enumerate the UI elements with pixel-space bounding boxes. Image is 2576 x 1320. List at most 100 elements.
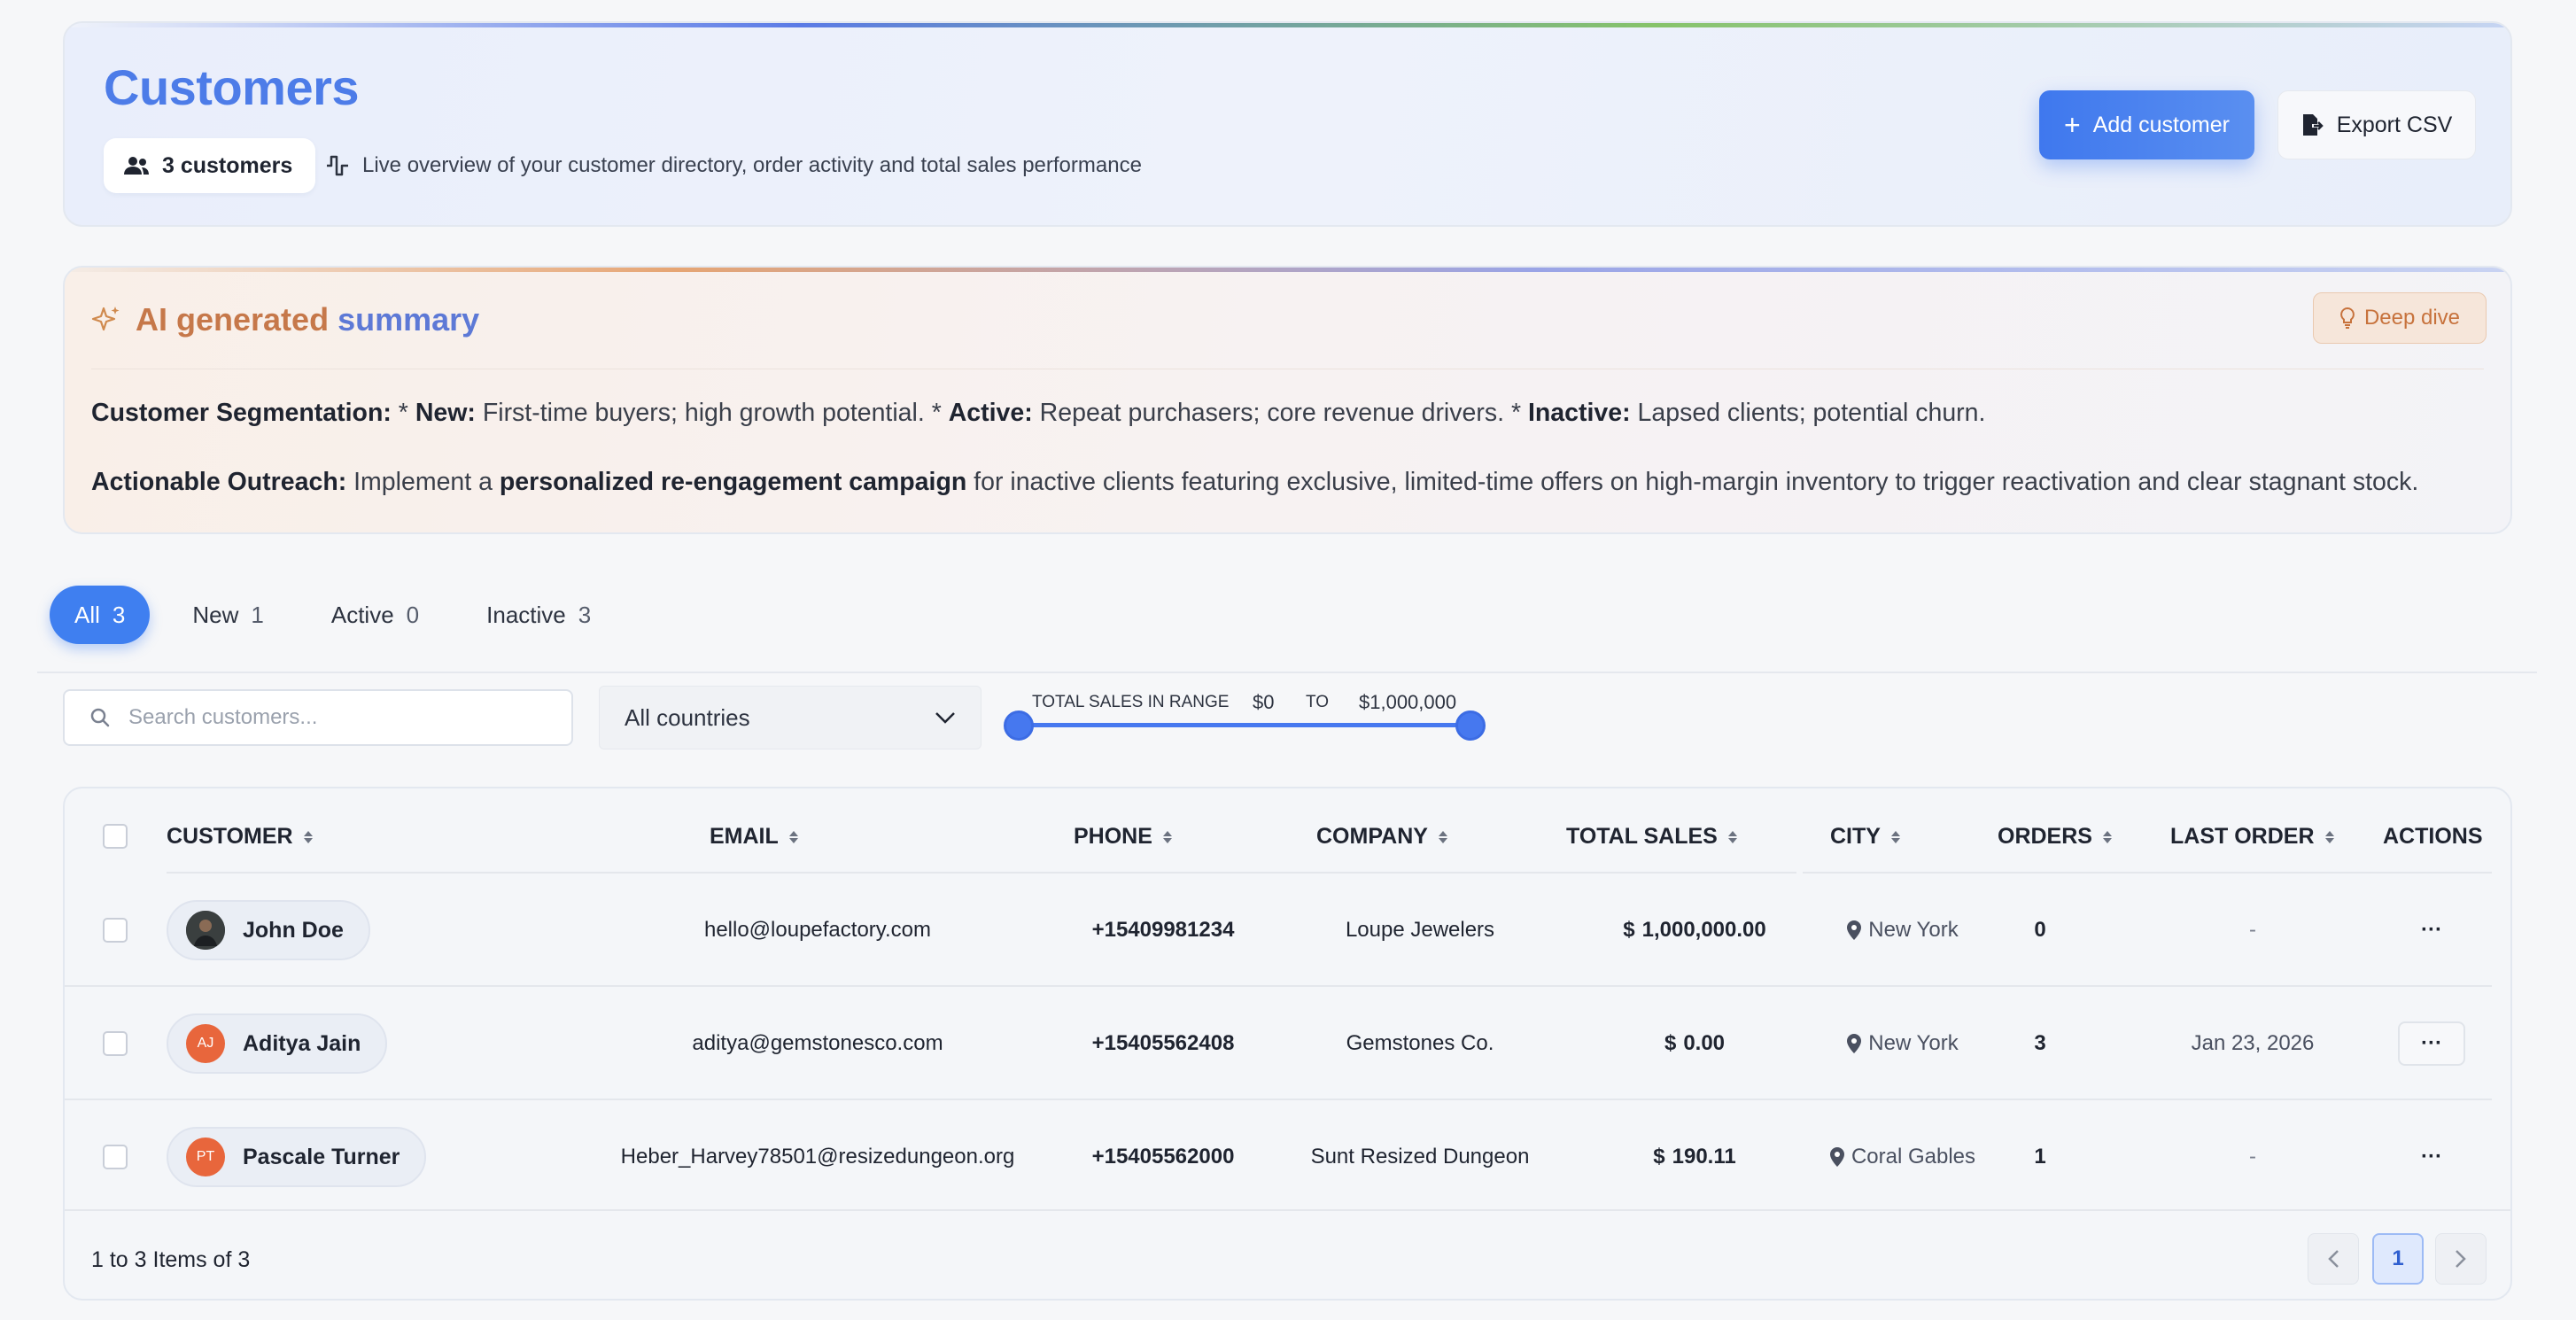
plus-icon: + <box>2064 109 2081 141</box>
customer-chip[interactable]: John Doe <box>167 900 370 960</box>
range-min-value: $0 <box>1253 691 1275 713</box>
sales-range-max-handle[interactable] <box>1455 710 1486 741</box>
prev-page-button[interactable] <box>2308 1233 2359 1285</box>
chevron-down-icon <box>935 712 955 724</box>
column-email[interactable]: EMAIL <box>710 824 798 850</box>
range-to-label: TO <box>1306 693 1330 711</box>
row-actions-button[interactable]: ··· <box>2398 908 2465 952</box>
ai-title-part2: summary <box>338 301 480 338</box>
phone-cell: +15409981234 <box>1091 918 1235 942</box>
company-cell: Loupe Jewelers <box>1345 918 1495 942</box>
sales-range-track <box>1019 723 1470 727</box>
row-checkbox[interactable] <box>103 1145 128 1169</box>
range-max-value: $1,000,000 <box>1359 691 1457 713</box>
orders-cell: 3 <box>2034 1031 2046 1055</box>
users-icon <box>124 157 149 175</box>
export-file-icon <box>2302 114 2324 136</box>
customer-chip[interactable]: AJ Aditya Jain <box>167 1013 388 1074</box>
column-customer[interactable]: CUSTOMER <box>167 824 313 850</box>
last-order-cell: Jan 23, 2026 <box>2191 1031 2315 1055</box>
tab-inactive[interactable]: Inactive 3 <box>462 586 616 644</box>
range-label: TOTAL SALES IN RANGE <box>1032 693 1230 711</box>
sort-icon <box>1162 830 1172 843</box>
sort-icon <box>2102 830 2112 843</box>
tab-active[interactable]: Active 0 <box>306 586 444 644</box>
column-company[interactable]: COMPANY <box>1316 824 1447 850</box>
customer-chip[interactable]: PT Pascale Turner <box>167 1127 427 1187</box>
sort-icon <box>303 830 313 843</box>
subtitle-text: Live overview of your customer directory… <box>362 153 1142 177</box>
column-phone[interactable]: PHONE <box>1074 824 1172 850</box>
tab-all[interactable]: All 3 <box>50 586 151 644</box>
header-card: Customers 3 customers Live overview of y… <box>63 21 2512 227</box>
sales-range-min-handle[interactable] <box>1004 710 1034 741</box>
location-pin-icon <box>1829 1147 1844 1167</box>
export-csv-button[interactable]: Export CSV <box>2277 90 2476 159</box>
user-photo-icon <box>186 911 225 950</box>
search-icon <box>90 708 110 727</box>
search-input[interactable] <box>128 705 536 730</box>
chevron-right-icon <box>2456 1250 2466 1268</box>
location-pin-icon <box>1847 1034 1862 1053</box>
row-actions-button[interactable]: ··· <box>2398 1021 2465 1066</box>
total-sales-cell: $0.00 <box>1664 1031 1726 1055</box>
page-button-current[interactable]: 1 <box>2372 1233 2424 1285</box>
tabs-divider <box>37 672 2537 673</box>
ai-summary-card: AI generated summary Deep dive Customer … <box>63 266 2512 534</box>
sort-icon <box>2324 830 2334 843</box>
footer-divider <box>65 1209 2510 1211</box>
email-cell: hello@loupefactory.com <box>703 918 932 942</box>
add-customer-button[interactable]: + Add customer <box>2039 90 2254 159</box>
column-orders[interactable]: ORDERS <box>1998 824 2112 850</box>
location-pin-icon <box>1847 920 1862 940</box>
currency-symbol: $ <box>1664 1031 1677 1055</box>
last-order-cell: - <box>2249 1145 2256 1169</box>
column-last-order[interactable]: LAST ORDER <box>2170 824 2334 850</box>
sort-icon <box>788 830 798 843</box>
activity-icon <box>327 155 348 176</box>
company-cell: Gemstones Co. <box>1346 1031 1494 1055</box>
ai-summary-title: AI generated summary <box>91 301 479 338</box>
country-select-value: All countries <box>625 703 750 731</box>
ai-summary-outreach: Actionable Outreach: Implement a persona… <box>91 468 2419 496</box>
pagination-summary: 1 to 3 Items of 3 <box>91 1247 251 1272</box>
avatar <box>186 911 225 950</box>
table-row[interactable]: AJ Aditya Jain aditya@gemstonesco.com +1… <box>65 987 2492 1100</box>
next-page-button[interactable] <box>2435 1233 2487 1285</box>
currency-symbol: $ <box>1623 918 1635 942</box>
table-row[interactable]: John Doe hello@loupefactory.com +1540998… <box>65 874 2492 987</box>
deep-dive-button[interactable]: Deep dive <box>2313 292 2487 344</box>
phone-cell: +15405562000 <box>1091 1145 1235 1169</box>
page-title: Customers <box>104 59 360 115</box>
email-cell: aditya@gemstonesco.com <box>692 1031 943 1055</box>
ai-summary-segmentation: Customer Segmentation: * New: First-time… <box>91 399 1986 427</box>
currency-symbol: $ <box>1653 1145 1665 1169</box>
customer-count-label: 3 customers <box>162 152 293 178</box>
select-all-checkbox[interactable] <box>103 824 128 849</box>
sparkles-icon <box>91 307 120 331</box>
tab-new[interactable]: New 1 <box>167 586 288 644</box>
avatar: AJ <box>186 1024 225 1063</box>
table-row[interactable]: PT Pascale Turner Heber_Harvey78501@resi… <box>65 1100 2492 1214</box>
country-select[interactable]: All countries <box>599 686 982 749</box>
company-cell: Sunt Resized Dungeon <box>1310 1145 1530 1169</box>
total-sales-cell: $190.11 <box>1653 1145 1736 1169</box>
row-checkbox[interactable] <box>103 1031 128 1056</box>
column-total-sales[interactable]: TOTAL SALES <box>1566 824 1737 850</box>
row-checkbox[interactable] <box>103 918 128 943</box>
row-actions-button[interactable]: ··· <box>2398 1135 2465 1179</box>
orders-cell: 1 <box>2034 1145 2046 1169</box>
email-cell: Heber_Harvey78501@resizedungeon.org <box>620 1145 1015 1169</box>
ai-title-part1: AI generated <box>136 301 330 338</box>
sort-icon <box>1890 830 1900 843</box>
column-actions: ACTIONS <box>2383 824 2483 849</box>
sort-icon <box>1438 830 1447 843</box>
avatar: PT <box>186 1138 225 1176</box>
sort-icon <box>1727 830 1737 843</box>
customers-table: CUSTOMER EMAIL PHONE COMPANY TOTAL SALES… <box>63 787 2512 1301</box>
status-tabs: All 3 New 1 Active 0 Inactive 3 <box>50 586 633 644</box>
search-box <box>63 689 573 746</box>
phone-cell: +15405562408 <box>1091 1031 1235 1055</box>
last-order-cell: - <box>2249 918 2256 942</box>
column-city[interactable]: CITY <box>1830 824 1900 850</box>
